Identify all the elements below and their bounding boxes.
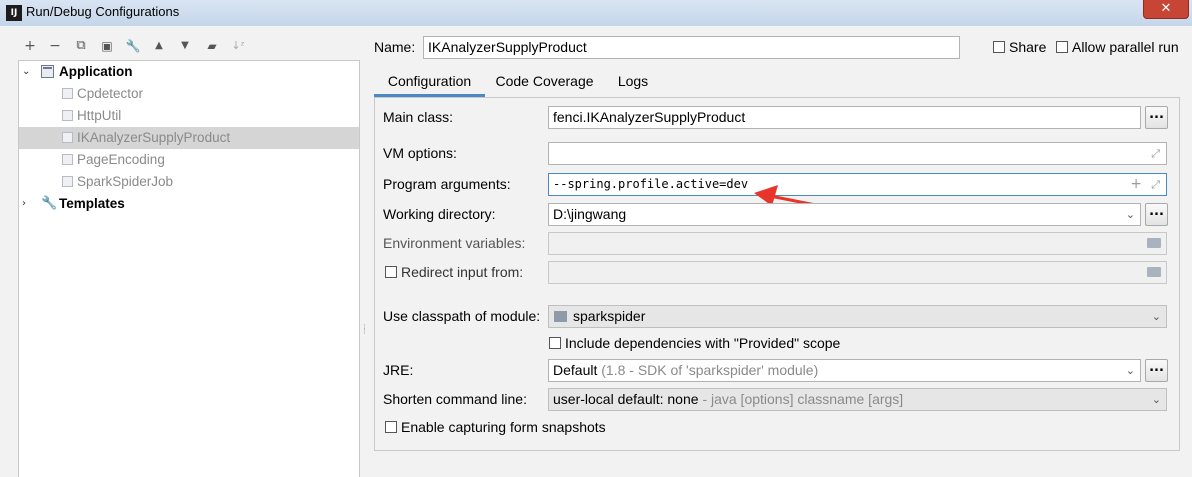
- folder-icon[interactable]: ▰: [203, 37, 221, 55]
- jre-detail: (1.8 - SDK of 'sparkspider' module): [601, 362, 819, 378]
- jre-browse-button[interactable]: ...: [1145, 359, 1168, 382]
- move-up-icon[interactable]: ▲: [150, 37, 168, 55]
- config-icon: [62, 132, 73, 143]
- vm-options-input[interactable]: ⤢: [548, 142, 1167, 165]
- tree-node-templates[interactable]: › 🔧 Templates: [19, 193, 359, 215]
- application-icon: [41, 65, 54, 78]
- classpath-module-combo[interactable]: sparkspider ⌄: [548, 305, 1167, 328]
- tree-item-pageencoding[interactable]: PageEncoding: [19, 149, 359, 171]
- splitter-handle[interactable]: ⁝ ⁝: [363, 323, 369, 336]
- wrench-icon: 🔧: [41, 196, 58, 211]
- redirect-input-label: Redirect input from:: [401, 264, 524, 280]
- tab-logs[interactable]: Logs: [606, 67, 660, 97]
- expand-icon[interactable]: ⤢: [1151, 143, 1160, 164]
- allow-parallel-label: Allow parallel run: [1072, 39, 1179, 55]
- intellij-app-icon: IJ: [6, 5, 22, 21]
- main-class-input[interactable]: fenci.IKAnalyzerSupplyProduct: [548, 106, 1141, 129]
- remove-icon[interactable]: −: [46, 37, 64, 55]
- insert-macro-icon[interactable]: +: [1130, 174, 1142, 195]
- wrench-icon[interactable]: 🔧: [124, 37, 142, 55]
- enable-capturing-label: Enable capturing form snapshots: [401, 419, 606, 435]
- configuration-tree[interactable]: ⌄ Application Cpdetector HttpUtil IKAnal…: [18, 60, 360, 477]
- config-icon: [62, 110, 73, 121]
- tree-item-cpdetector[interactable]: Cpdetector: [19, 83, 359, 105]
- shorten-command-line-value: user-local default: none: [553, 391, 699, 407]
- tree-label: PageEncoding: [77, 152, 165, 167]
- tree-label-templates: Templates: [59, 196, 125, 211]
- include-provided-checkbox[interactable]: [549, 337, 561, 349]
- tab-code-coverage[interactable]: Code Coverage: [487, 67, 602, 97]
- jre-label: JRE:: [383, 362, 414, 378]
- config-icon: [62, 88, 73, 99]
- config-icon: [62, 176, 73, 187]
- jre-value: Default: [553, 362, 598, 378]
- program-arguments-value: --spring.profile.active=dev: [553, 177, 749, 191]
- redirect-input-field: [548, 261, 1167, 284]
- tree-node-application[interactable]: ⌄ Application: [19, 61, 359, 83]
- add-icon[interactable]: +: [21, 37, 39, 55]
- close-window-button[interactable]: ✕: [1143, 0, 1189, 19]
- name-input[interactable]: IKAnalyzerSupplyProduct: [423, 36, 960, 59]
- classpath-module-value: sparkspider: [573, 308, 646, 324]
- tree-label: HttpUtil: [77, 108, 122, 123]
- tab-configuration[interactable]: Configuration: [374, 67, 485, 97]
- working-directory-label: Working directory:: [383, 206, 496, 222]
- tree-label: Cpdetector: [77, 86, 144, 101]
- expand-icon[interactable]: ⤢: [1151, 174, 1160, 195]
- working-directory-browse-button[interactable]: ...: [1145, 203, 1168, 226]
- tree-label: IKAnalyzerSupplyProduct: [77, 130, 231, 145]
- tree-label-application: Application: [59, 64, 133, 79]
- working-directory-combo[interactable]: D:\jingwang ⌄: [548, 203, 1141, 226]
- tree-label: SparkSpiderJob: [77, 174, 174, 189]
- window-title: Run/Debug Configurations: [26, 4, 180, 19]
- shorten-command-line-detail: - java [options] classname [args]: [702, 391, 904, 407]
- copy-icon[interactable]: ⧉: [72, 37, 90, 55]
- share-label: Share: [1009, 39, 1047, 55]
- folder-icon: [1147, 238, 1161, 248]
- tree-item-httputil[interactable]: HttpUtil: [19, 105, 359, 127]
- expand-chevron-icon[interactable]: ⌄: [22, 61, 30, 83]
- chevron-down-icon[interactable]: ⌄: [1126, 204, 1135, 225]
- folder-icon: [1147, 267, 1161, 277]
- chevron-down-icon[interactable]: ⌄: [1152, 306, 1161, 327]
- main-class-label: Main class:: [383, 109, 454, 125]
- environment-variables-input: [548, 232, 1167, 255]
- shorten-command-line-combo[interactable]: user-local default: none - java [options…: [548, 388, 1167, 411]
- program-arguments-label: Program arguments:: [383, 176, 511, 192]
- tree-item-sparkspiderjob[interactable]: SparkSpiderJob: [19, 171, 359, 193]
- enable-capturing-checkbox[interactable]: [385, 421, 397, 433]
- jre-combo[interactable]: Default (1.8 - SDK of 'sparkspider' modu…: [548, 359, 1141, 382]
- chevron-down-icon[interactable]: ⌄: [1126, 360, 1135, 381]
- name-label: Name:: [374, 39, 416, 55]
- allow-parallel-checkbox[interactable]: [1056, 41, 1068, 53]
- redirect-input-checkbox[interactable]: [385, 266, 397, 278]
- share-checkbox[interactable]: [993, 41, 1005, 53]
- collapse-chevron-icon[interactable]: ›: [22, 193, 26, 215]
- sort-icon[interactable]: ↓ᶻ: [229, 37, 247, 55]
- working-directory-value: D:\jingwang: [553, 206, 627, 222]
- vm-options-label: VM options:: [383, 145, 457, 161]
- main-class-browse-button[interactable]: ...: [1145, 106, 1168, 129]
- config-icon: [62, 154, 73, 165]
- save-icon[interactable]: ▣: [98, 37, 116, 55]
- chevron-down-icon[interactable]: ⌄: [1152, 389, 1161, 410]
- shorten-command-line-label: Shorten command line:: [383, 391, 527, 407]
- tree-item-ikanalyzersupplyproduct[interactable]: IKAnalyzerSupplyProduct: [19, 127, 359, 149]
- include-provided-label: Include dependencies with "Provided" sco…: [565, 335, 841, 351]
- classpath-module-label: Use classpath of module:: [383, 308, 541, 324]
- move-down-icon[interactable]: ▼: [176, 37, 194, 55]
- module-icon: [554, 311, 567, 322]
- environment-variables-label: Environment variables:: [383, 235, 526, 251]
